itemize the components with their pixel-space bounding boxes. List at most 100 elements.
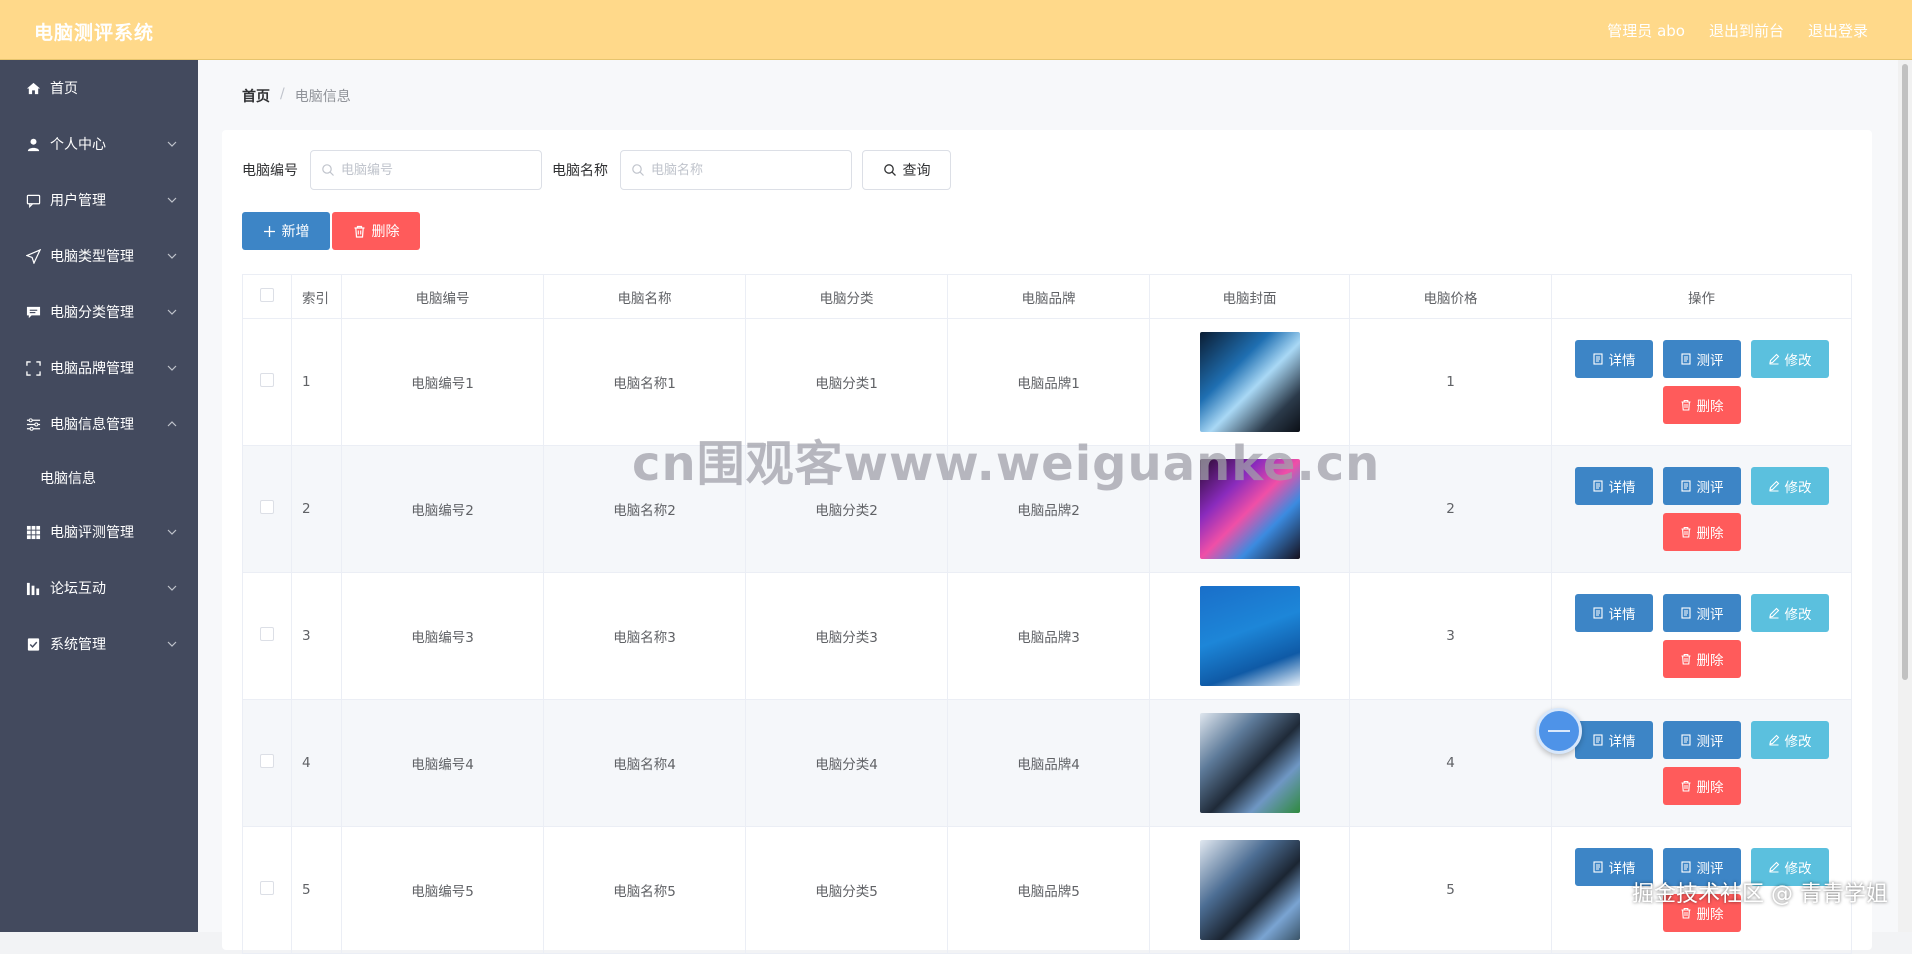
top-header: 电脑测评系统 管理员 abo 退出到前台 退出登录 [0,0,1912,60]
row-checkbox[interactable] [260,627,274,641]
edit-button[interactable]: 修改 [1750,594,1829,632]
sidebar-item-home[interactable]: 首页 [0,60,198,116]
detail-button[interactable]: 详情 [1574,721,1653,759]
delete-button[interactable]: 删除 [1662,767,1741,805]
trash-icon [1681,399,1690,411]
toolbar: 新增 删除 [242,212,420,250]
pencil-icon [1768,480,1779,492]
sidebar-item-computer-info[interactable]: 电脑信息管理 [0,396,198,452]
sidebar-item-label: 电脑品牌管理 [50,361,134,377]
review-button[interactable]: 测评 [1662,721,1741,759]
cell-index: 5 [291,826,342,954]
chevron-down-icon [167,529,177,535]
name-label: 电脑名称 [552,163,608,179]
review-button[interactable]: 测评 [1662,467,1741,505]
sidebar-item-review[interactable]: 电脑评测管理 [0,504,198,560]
document-icon [1592,861,1603,873]
query-button-label: 查询 [902,163,931,179]
row-checkbox[interactable] [260,373,274,387]
detail-button-label: 详情 [1608,734,1636,750]
row-checkbox[interactable] [260,500,274,514]
cell-operations: 详情 测评 修改删除 [1551,445,1852,573]
scrollbar-thumb[interactable] [1902,64,1908,680]
cell-index: 2 [291,445,342,573]
review-button[interactable]: 测评 [1662,340,1741,378]
cell-operations: 详情 测评 修改 删除 [1551,699,1852,827]
sidebar-subitem-computer-info[interactable]: 电脑信息 [0,452,198,504]
header-category: 电脑分类 [745,274,948,319]
cell-brand: 电脑品牌2 [947,445,1150,573]
computer-cover-image[interactable] [1199,840,1300,940]
trash-icon [1681,907,1690,919]
page-scrollbar[interactable] [1898,60,1912,932]
sidebar-item-forum[interactable]: 论坛互动 [0,560,198,616]
search-icon [883,164,896,176]
row-select-cell [242,826,292,954]
delete-button-label: 删除 [1696,526,1724,542]
cell-brand: 电脑品牌5 [947,826,1150,954]
sidebar-item-system[interactable]: 系统管理 [0,616,198,672]
sidebar-item-users[interactable]: 用户管理 [0,172,198,228]
cell-code: 电脑编号3 [341,572,544,700]
cell-name: 电脑名称1 [543,318,746,446]
sidebar-item-category[interactable]: 电脑分类管理 [0,284,198,340]
sidebar-item-personal[interactable]: 个人中心 [0,116,198,172]
cell-cover [1149,445,1350,573]
sidebar-item-brand[interactable]: 电脑品牌管理 [0,340,198,396]
breadcrumb-home[interactable]: 首页 [242,86,270,106]
search-icon [322,164,334,176]
batch-delete-button[interactable]: 删除 [332,212,420,250]
select-all-checkbox[interactable] [260,287,274,302]
computer-cover-image[interactable] [1199,332,1300,432]
cell-cover [1149,699,1350,827]
cell-brand: 电脑品牌1 [947,318,1150,446]
trash-icon [1681,653,1690,665]
row-select-cell [242,445,292,573]
add-button[interactable]: 新增 [242,212,330,250]
cell-category: 电脑分类3 [745,572,948,700]
edit-button-label: 修改 [1784,861,1812,877]
delete-button[interactable]: 删除 [1662,640,1741,678]
cell-index: 4 [291,699,342,827]
detail-button[interactable]: 详情 [1574,340,1653,378]
document-icon [1592,353,1603,365]
sidebar-item-type[interactable]: 电脑类型管理 [0,228,198,284]
row-checkbox[interactable] [260,754,274,768]
logout-link[interactable]: 退出登录 [1808,20,1868,41]
edit-button[interactable]: 修改 [1750,467,1829,505]
review-button[interactable]: 测评 [1662,594,1741,632]
chevron-down-icon [167,253,177,259]
detail-button-label: 详情 [1608,861,1636,877]
cell-operations: 详情 测评 修改 删除 [1551,572,1852,700]
exit-frontend-link[interactable]: 退出到前台 [1709,20,1784,41]
review-button-label: 测评 [1696,353,1724,369]
checklist-icon [24,635,42,653]
detail-button[interactable]: 详情 [1574,594,1653,632]
sidebar-item-label: 系统管理 [50,637,106,653]
name-search-input[interactable] [651,151,846,189]
sidebar-item-label: 论坛互动 [50,581,106,597]
delete-button[interactable]: 删除 [1662,386,1741,424]
computer-cover-image[interactable] [1199,586,1300,686]
header-code: 电脑编号 [341,274,544,319]
code-search-input[interactable] [341,151,536,189]
detail-button[interactable]: 详情 [1574,467,1653,505]
query-button[interactable]: 查询 [862,150,951,190]
delete-button[interactable]: 删除 [1662,513,1741,551]
fullscreen-icon [24,359,42,377]
cell-index: 1 [291,318,342,446]
header-price: 电脑价格 [1349,274,1552,319]
sidebar-item-label: 首页 [50,81,78,97]
chevron-down-icon [167,141,177,147]
row-checkbox[interactable] [260,881,274,895]
cell-category: 电脑分类5 [745,826,948,954]
edit-button[interactable]: 修改 [1750,340,1829,378]
computer-cover-image[interactable] [1199,713,1300,813]
sidebar-item-label: 个人中心 [50,137,106,153]
floating-assistant-button[interactable] [1536,708,1582,754]
batch-delete-button-label: 删除 [371,224,400,240]
trash-icon [1681,780,1690,792]
edit-button[interactable]: 修改 [1750,721,1829,759]
content-card: 电脑编号 电脑名称 查询 新增 删除 [222,130,1872,954]
computer-cover-image[interactable] [1199,459,1300,559]
